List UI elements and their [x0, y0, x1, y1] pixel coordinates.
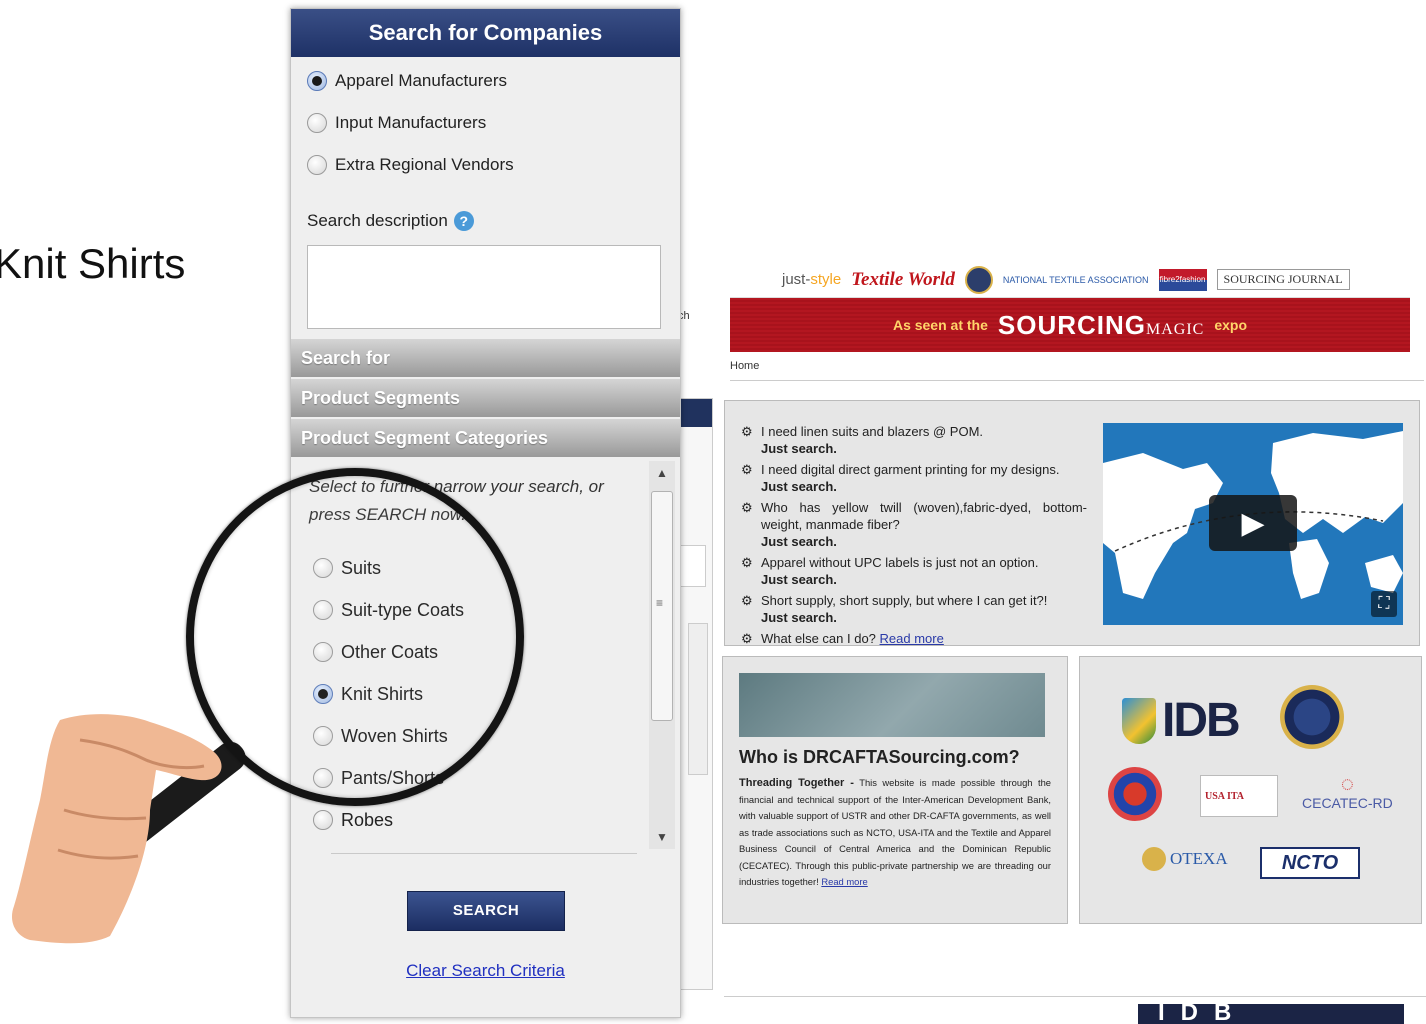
scroll-grip-icon: ≡	[656, 596, 664, 610]
question-list: ⚙ I need linen suits and blazers @ POM. Ju…	[741, 423, 1087, 651]
search-description-label: Search description ?	[307, 211, 474, 231]
banner-seen-text: As seen at the	[892, 317, 988, 333]
scroll-thumb[interactable]: ≡	[651, 491, 673, 721]
section-product-segment-categories[interactable]: Product Segment Categories	[291, 419, 680, 457]
background-panel-fragment	[676, 398, 713, 990]
who-title: Who is DRCAFTASourcing.com?	[739, 747, 1020, 767]
radio-button[interactable]	[307, 71, 327, 91]
who-body: Threading Together - This website is mad…	[739, 775, 1051, 891]
search-bullet-icon: ⚙	[741, 631, 753, 646]
banner-expo-text: expo	[1214, 317, 1248, 333]
fragment-input	[678, 545, 706, 587]
panel-divider	[331, 853, 637, 854]
scroll-up-arrow-icon[interactable]: ▲	[649, 461, 675, 485]
company-type-input-manufacturers[interactable]: Input Manufacturers	[307, 113, 486, 133]
idb-logo[interactable]: IDB	[1122, 693, 1241, 748]
question-item: ⚙ I need digital direct garment printing …	[741, 461, 1087, 495]
fullscreen-icon[interactable]: ⛶	[1371, 591, 1397, 617]
section-product-segments[interactable]: Product Segments	[291, 379, 680, 417]
breadcrumb-home[interactable]: Home	[730, 360, 759, 372]
question-item: ⚙ Apparel without UPC labels is just not …	[741, 554, 1087, 588]
fragment-scrollbar	[688, 623, 708, 775]
banner-brand: SOURCINGMAGIC	[997, 309, 1205, 340]
idb-mark-icon	[1122, 697, 1156, 744]
category-label: Robes	[341, 809, 394, 830]
radio-label: Extra Regional Vendors	[335, 155, 514, 174]
question-item: ⚙ Who has yellow twill (woven),fabric-dye…	[741, 499, 1087, 550]
cecatec-swirl-icon: ◌	[1340, 771, 1354, 796]
question-text: Who has yellow twill (woven),fabric-dyed…	[761, 500, 1087, 549]
partner-logos-box: IDB USA ITA ◌ CECATEC-RD OTEXA NCTO	[1079, 656, 1422, 924]
sponsor-logo-strip: just-style Textile World NATIONAL TEXTIL…	[730, 262, 1410, 298]
read-more-link[interactable]: Read more	[880, 631, 944, 646]
president-seal-icon[interactable]	[1280, 685, 1344, 749]
otexa-logo[interactable]: OTEXA	[1142, 847, 1228, 871]
slide-caption: Knit Shirts	[0, 240, 186, 287]
footer-idb-logo: IDB	[1138, 1004, 1404, 1024]
search-bullet-icon: ⚙	[741, 555, 753, 570]
panel-title: Search for Companies	[291, 9, 680, 57]
radio-button[interactable]	[307, 155, 327, 175]
video-play-button[interactable]: ▶	[1209, 495, 1297, 551]
radio-label: Apparel Manufacturers	[335, 71, 507, 90]
video-map-thumbnail[interactable]: ▶ ⛶	[1103, 423, 1403, 625]
just-style-logo[interactable]: just-style	[782, 271, 841, 288]
caribbean-council-logo[interactable]	[1108, 767, 1162, 821]
radio-button[interactable]	[313, 810, 333, 830]
sourcing-magic-banner[interactable]: As seen at the SOURCINGMAGIC expo	[730, 298, 1410, 352]
category-option[interactable]: Robes	[313, 799, 464, 841]
radio-label: Input Manufacturers	[335, 113, 487, 132]
category-scrollbar[interactable]: ▲ ≡ ▼	[649, 461, 675, 849]
search-bullet-icon: ⚙	[741, 593, 753, 608]
footer-divider	[724, 996, 1426, 997]
fragment-header-bar	[676, 399, 712, 427]
search-bullet-icon: ⚙	[741, 424, 753, 439]
textile-world-logo[interactable]: Textile World	[851, 269, 955, 291]
question-item-last: ⚙ What else can I do? Read more	[741, 631, 944, 646]
clear-search-criteria-link[interactable]: Clear Search Criteria	[291, 961, 680, 981]
question-item: ⚙ I need linen suits and blazers @ POM. Ju…	[741, 423, 1087, 457]
fabric-photo	[739, 673, 1045, 737]
help-icon[interactable]: ?	[453, 211, 474, 231]
question-text: Apparel without UPC labels is just not a…	[761, 555, 1039, 587]
fibre2fashion-logo[interactable]: fibre2fashion	[1158, 268, 1207, 291]
search-bullet-icon: ⚙	[741, 500, 753, 515]
sourcing-journal-logo[interactable]: SOURCING JOURNAL	[1216, 269, 1350, 290]
search-bullet-icon: ⚙	[741, 462, 753, 477]
hand-icon	[11, 714, 222, 944]
radio-button[interactable]	[307, 113, 327, 133]
scroll-down-arrow-icon[interactable]: ▼	[649, 825, 675, 849]
usa-ita-logo[interactable]: USA ITA	[1200, 775, 1278, 817]
otexa-globe-icon	[1142, 847, 1166, 871]
question-text: I need digital direct garment printing f…	[761, 462, 1060, 494]
nta-logo[interactable]: NATIONAL TEXTILE ASSOCIATION	[1003, 275, 1149, 285]
who-body-text: This website is made possible through th…	[739, 777, 1052, 887]
cecatec-logo[interactable]: ◌ CECATEC-RD	[1302, 771, 1393, 812]
who-is-box: Who is DRCAFTASourcing.com? Threading To…	[722, 656, 1068, 924]
who-lead: Threading Together -	[739, 777, 854, 789]
company-type-extra-regional-vendors[interactable]: Extra Regional Vendors	[307, 155, 514, 175]
question-text: Short supply, short supply, but where I …	[761, 593, 1048, 625]
question-text: I need linen suits and blazers @ POM. Jus…	[761, 424, 984, 456]
drcafta-website: just-style Textile World NATIONAL TEXTIL…	[676, 262, 1426, 1024]
header-divider	[730, 380, 1424, 381]
just-search-box: ⚙ I need linen suits and blazers @ POM. Ju…	[724, 400, 1420, 646]
search-description-input[interactable]	[307, 245, 661, 329]
ncto-logo[interactable]: NCTO	[1260, 847, 1360, 879]
government-seal-icon	[964, 265, 993, 294]
who-read-more-link[interactable]: Read more	[821, 876, 867, 887]
search-button[interactable]: SEARCH	[407, 891, 565, 931]
company-type-apparel-manufacturers[interactable]: Apparel Manufacturers	[307, 71, 507, 91]
question-item: ⚙ Short supply, short supply, but where I…	[741, 592, 1087, 626]
section-search-for[interactable]: Search for	[291, 339, 680, 377]
